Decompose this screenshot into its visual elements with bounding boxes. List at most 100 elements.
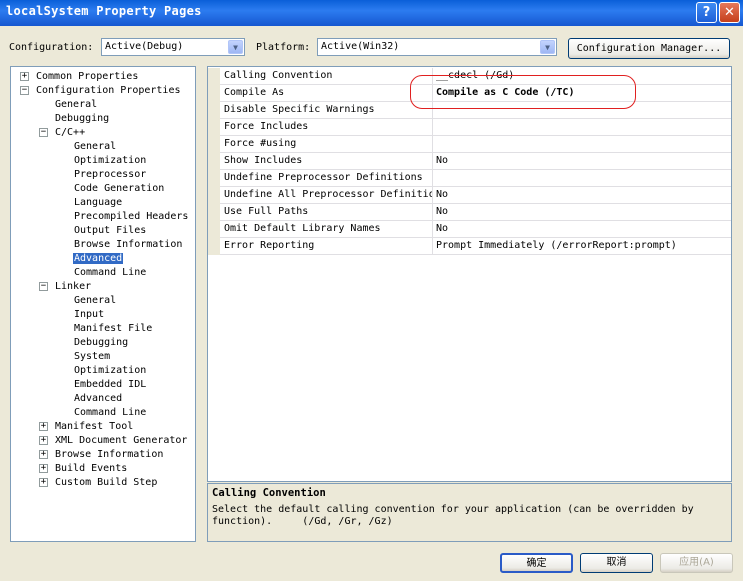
tree-item[interactable]: Linker [54, 280, 92, 293]
expand-icon[interactable]: + [39, 464, 48, 473]
chevron-down-icon[interactable]: ▼ [540, 40, 555, 54]
tree-item-label: Optimization [74, 365, 147, 376]
tree-item[interactable]: Configuration Properties [35, 84, 182, 97]
configuration-manager-button[interactable]: Configuration Manager... [568, 38, 730, 59]
help-button[interactable]: ? [696, 2, 717, 23]
property-value[interactable]: No [433, 204, 731, 221]
tree-item[interactable]: Input [73, 308, 105, 321]
tree-item-label: Code Generation [74, 183, 165, 194]
close-button[interactable]: ✕ [719, 2, 740, 23]
property-row[interactable]: Undefine All Preprocessor Definitions No [208, 187, 731, 204]
property-value[interactable]: No [433, 153, 731, 170]
tree-item[interactable]: Manifest Tool [54, 420, 134, 433]
expand-icon[interactable]: + [39, 422, 48, 431]
property-value[interactable]: No [433, 221, 731, 238]
cancel-button[interactable]: 取消 [580, 553, 653, 573]
tree-item[interactable]: Custom Build Step [54, 476, 158, 489]
tree-item-label: Debugging [55, 113, 110, 124]
expand-icon[interactable]: + [39, 436, 48, 445]
property-row[interactable]: Undefine Preprocessor Definitions [208, 170, 731, 187]
tree-item[interactable]: XML Document Generator [54, 434, 188, 447]
tree-item[interactable]: Common Properties [35, 70, 139, 83]
row-gutter [208, 136, 220, 153]
property-value[interactable] [433, 170, 731, 187]
tree-item[interactable]: Optimization [73, 154, 147, 167]
title-bar: localSystem Property Pages ? ✕ [0, 0, 743, 26]
tree-item-label: Configuration Properties [36, 85, 181, 96]
tree-item-label: General [74, 141, 117, 152]
tree-item[interactable]: Debugging [73, 336, 129, 349]
property-name: Use Full Paths [220, 204, 433, 221]
tree-item[interactable]: Language [73, 196, 123, 209]
tree-item-label: Debugging [74, 337, 129, 348]
tree-item[interactable]: Optimization [73, 364, 147, 377]
tree-item-label: Linker [55, 281, 92, 292]
tree-item[interactable]: Preprocessor [73, 168, 147, 181]
tree-item-label: Common Properties [36, 71, 139, 82]
tree-item[interactable]: Advanced [73, 252, 124, 265]
tree-item-label: Manifest Tool [55, 421, 134, 432]
help-icon: ? [702, 5, 711, 20]
row-gutter [208, 238, 220, 255]
tree-item-label: Embedded IDL [74, 379, 147, 390]
tree-item[interactable]: System [73, 350, 111, 363]
property-row[interactable]: Omit Default Library Names No [208, 221, 731, 238]
property-name: Force Includes [220, 119, 433, 136]
property-value[interactable] [433, 119, 731, 136]
property-row[interactable]: Error Reporting Prompt Immediately (/erro… [208, 238, 731, 255]
property-value[interactable] [433, 136, 731, 153]
tree-item[interactable]: Code Generation [73, 182, 165, 195]
tree-item-label: Output Files [74, 225, 147, 236]
platform-select[interactable]: Active(Win32) ▼ [317, 38, 557, 56]
property-row[interactable]: Force #using [208, 136, 731, 153]
tree-item[interactable]: Advanced [73, 392, 123, 405]
tree-item-label: Command Line [74, 267, 147, 278]
tree-item[interactable]: Debugging [54, 112, 110, 125]
property-row[interactable]: Force Includes [208, 119, 731, 136]
tree-item-label: Precompiled Headers [74, 211, 189, 222]
ok-button[interactable]: 确定 [500, 553, 573, 573]
tree-item[interactable]: Command Line [73, 406, 147, 419]
tree-item-label: Build Events [55, 463, 128, 474]
property-value[interactable]: No [433, 187, 731, 204]
collapse-icon[interactable]: − [39, 282, 48, 291]
expand-icon[interactable]: + [39, 478, 48, 487]
platform-label: Platform: [256, 42, 311, 53]
tree-item[interactable]: Output Files [73, 224, 147, 237]
tree-item[interactable]: Precompiled Headers [73, 210, 189, 223]
tree-item[interactable]: C/C++ [54, 126, 86, 139]
tree-item[interactable]: General [54, 98, 98, 111]
row-gutter [208, 102, 220, 119]
property-tree[interactable]: Common Properties + Configuration Properti… [10, 66, 196, 542]
configuration-select[interactable]: Active(Debug) ▼ [101, 38, 245, 56]
tree-item[interactable]: Embedded IDL [73, 378, 147, 391]
tree-item-label: System [74, 351, 111, 362]
tree-item[interactable]: Browse Information [73, 238, 183, 251]
property-row[interactable]: Use Full Paths No [208, 204, 731, 221]
row-gutter [208, 68, 220, 85]
property-name: Omit Default Library Names [220, 221, 433, 238]
tree-item[interactable]: General [73, 294, 117, 307]
property-row[interactable]: Show Includes No [208, 153, 731, 170]
tree-item-label: Advanced [73, 253, 124, 264]
row-gutter [208, 204, 220, 221]
tree-item[interactable]: General [73, 140, 117, 153]
property-value[interactable]: Prompt Immediately (/errorReport:prompt) [433, 238, 731, 255]
tree-item[interactable]: Browse Information [54, 448, 164, 461]
chevron-down-icon[interactable]: ▼ [228, 40, 243, 54]
property-name: Undefine Preprocessor Definitions [220, 170, 433, 187]
collapse-icon[interactable]: − [39, 128, 48, 137]
tree-item-label: Command Line [74, 407, 147, 418]
apply-button[interactable]: 应用(A) [660, 553, 733, 573]
expand-icon[interactable]: + [39, 450, 48, 459]
tree-item[interactable]: Command Line [73, 266, 147, 279]
row-gutter [208, 85, 220, 102]
tree-item[interactable]: Build Events [54, 462, 128, 475]
tree-item-label: C/C++ [55, 127, 86, 138]
tree-item[interactable]: Manifest File [73, 322, 153, 335]
property-name: Undefine All Preprocessor Definitions [220, 187, 433, 204]
expand-icon[interactable]: + [20, 72, 29, 81]
tree-item-label: XML Document Generator [55, 435, 188, 446]
tree-item-label: Manifest File [74, 323, 153, 334]
collapse-icon[interactable]: − [20, 86, 29, 95]
